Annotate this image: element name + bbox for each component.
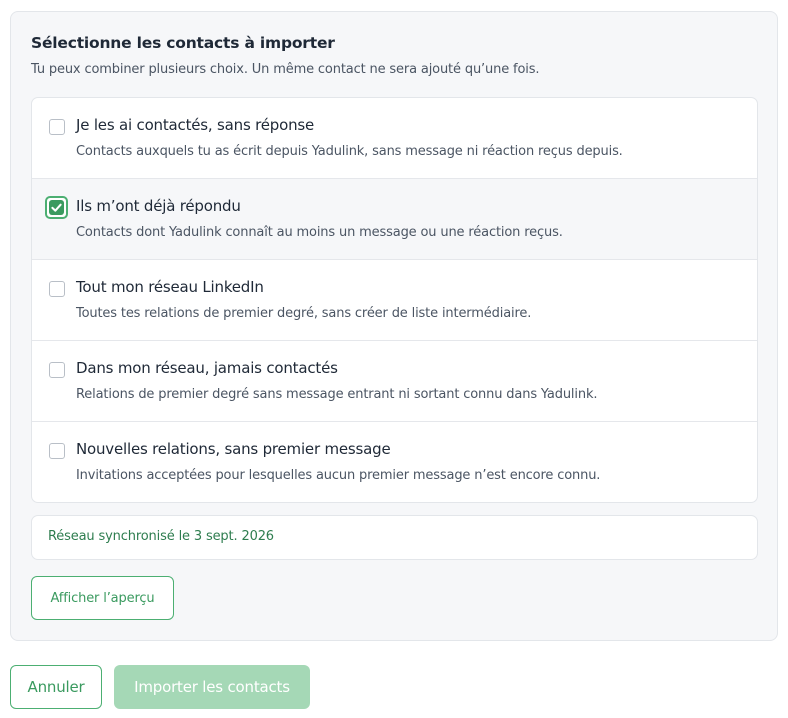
option-title: Nouvelles relations, sans premier messag… [76,440,391,458]
option-description: Contacts dont Yadulink connaît au moins … [76,225,563,240]
option-whole-network[interactable]: Tout mon réseau LinkedIn Toutes tes rela… [32,260,757,341]
option-contacted-no-reply[interactable]: Je les ai contactés, sans réponse Contac… [32,98,757,179]
option-description: Relations de premier degré sans message … [76,387,598,402]
option-title: Je les ai contactés, sans réponse [76,116,315,134]
option-title: Tout mon réseau LinkedIn [76,278,264,296]
option-title: Ils m’ont déjà répondu [76,197,241,215]
panel-title: Sélectionne les contacts à importer [31,34,335,52]
import-contacts-button[interactable]: Importer les contacts [114,665,310,709]
checkbox[interactable] [49,281,65,297]
checkbox[interactable] [49,362,65,378]
option-already-replied[interactable]: Ils m’ont déjà répondu Contacts dont Yad… [32,179,757,260]
option-new-connections[interactable]: Nouvelles relations, sans premier messag… [32,422,757,502]
option-never-contacted[interactable]: Dans mon réseau, jamais contactés Relati… [32,341,757,422]
checkbox[interactable] [45,196,68,219]
option-title: Dans mon réseau, jamais contactés [76,359,338,377]
check-icon [51,203,62,212]
sync-status-text: Réseau synchronisé le 3 sept. 2026 [48,529,274,544]
panel-subtitle: Tu peux combiner plusieurs choix. Un mêm… [31,62,540,77]
preview-button[interactable]: Afficher l’aperçu [31,576,174,620]
import-selection-panel: Sélectionne les contacts à importer Tu p… [10,11,778,641]
cancel-button[interactable]: Annuler [10,665,102,709]
options-list: Je les ai contactés, sans réponse Contac… [31,97,758,503]
checkbox[interactable] [49,443,65,459]
sync-status-box: Réseau synchronisé le 3 sept. 2026 [31,515,758,560]
option-description: Toutes tes relations de premier degré, s… [76,306,532,321]
option-description: Contacts auxquels tu as écrit depuis Yad… [76,144,623,159]
option-description: Invitations acceptées pour lesquelles au… [76,468,601,483]
checkbox[interactable] [49,119,65,135]
